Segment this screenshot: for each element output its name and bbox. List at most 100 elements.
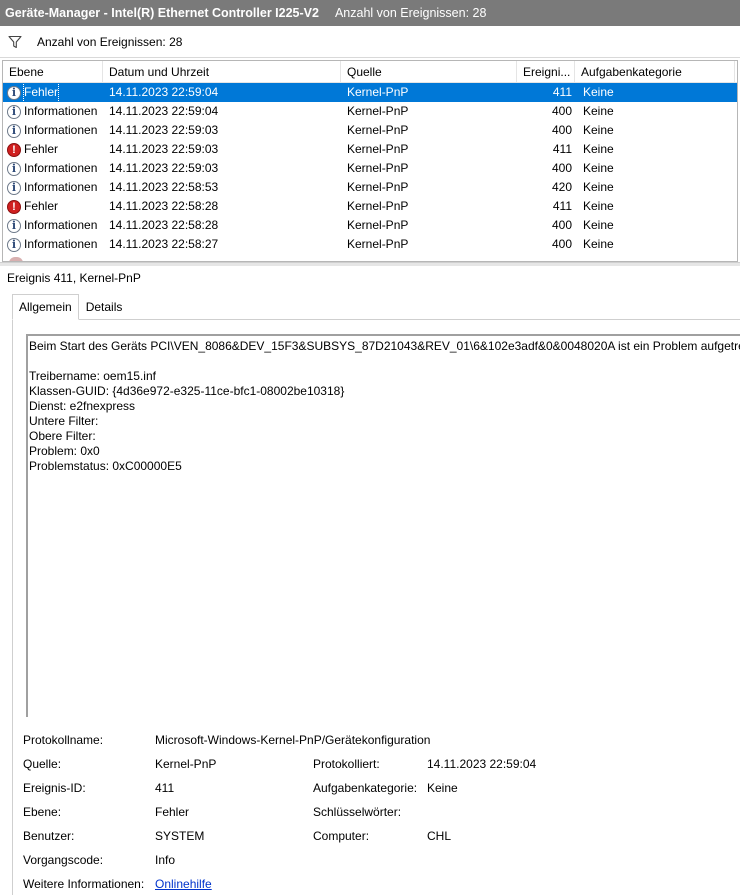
event-source: Kernel-PnP bbox=[347, 161, 409, 175]
event-list-header: Ebene Datum und Uhrzeit Quelle Ereigni..… bbox=[3, 61, 737, 83]
computer-value: CHL bbox=[427, 829, 452, 843]
event-level: Informationen bbox=[24, 237, 98, 251]
event-id: 420 bbox=[551, 180, 572, 194]
event-message-box[interactable]: Beim Start des Geräts PCI\VEN_8086&DEV_1… bbox=[26, 334, 740, 717]
message-line: Klassen-GUID: {4d36e972-e325-11ce-bfc1-0… bbox=[29, 384, 345, 398]
benutzer-label: Benutzer: bbox=[23, 829, 75, 843]
info-icon: i bbox=[7, 104, 21, 119]
message-line: Problemstatus: 0xC00000E5 bbox=[29, 459, 182, 473]
ebene-value: Fehler bbox=[155, 805, 190, 819]
event-row[interactable]: i Informationen 14.11.2023 22:59:03 Kernel-… bbox=[3, 159, 737, 178]
detail-tabs: Allgemein Details bbox=[12, 294, 129, 320]
message-first-line: Beim Start des Geräts PCI\VEN_8086&DEV_1… bbox=[29, 339, 740, 353]
protokollname-value: Microsoft-Windows-Kernel-PnP/Gerätekonfi… bbox=[155, 733, 431, 747]
event-datetime: 14.11.2023 22:59:04 bbox=[109, 104, 219, 118]
event-level-cell: i Informationen bbox=[3, 102, 103, 121]
event-id: 400 bbox=[551, 161, 572, 175]
column-header-ereignis-id[interactable]: Ereigni... bbox=[517, 61, 575, 82]
error-icon: ! bbox=[7, 199, 21, 214]
pane-splitter[interactable] bbox=[0, 262, 740, 266]
event-level: Informationen bbox=[24, 218, 98, 232]
event-id: 411 bbox=[552, 199, 572, 213]
event-level: Informationen bbox=[24, 123, 98, 137]
event-level-cell: i Informationen bbox=[3, 159, 103, 178]
message-line: Problem: 0x0 bbox=[29, 444, 100, 458]
event-category: Keine bbox=[583, 218, 614, 232]
event-source: Kernel-PnP bbox=[347, 199, 409, 213]
column-header-ebene[interactable]: Ebene bbox=[3, 61, 103, 82]
event-datetime: 14.11.2023 22:59:03 bbox=[109, 161, 219, 175]
filter-icon[interactable] bbox=[8, 35, 22, 49]
message-line: Dienst: e2fnexpress bbox=[29, 399, 136, 413]
event-source: Kernel-PnP bbox=[347, 123, 409, 137]
event-category: Keine bbox=[583, 199, 614, 213]
vorgangscode-label: Vorgangscode: bbox=[23, 853, 104, 867]
message-line: Untere Filter: bbox=[29, 414, 99, 428]
weitere-informationen-label: Weitere Informationen: bbox=[23, 877, 145, 891]
event-level-cell: i Informationen bbox=[3, 235, 103, 254]
computer-label: Computer: bbox=[313, 829, 370, 843]
schluesselwoerter-label: Schlüsselwörter: bbox=[313, 805, 402, 819]
event-row[interactable]: ! Fehler 14.11.2023 22:59:03 Kernel-PnP 411 K… bbox=[3, 140, 737, 159]
event-detail-header: Ereignis 411, Kernel-PnP bbox=[7, 271, 141, 285]
benutzer-value: SYSTEM bbox=[155, 829, 205, 843]
event-level-cell: i Fehler bbox=[3, 83, 103, 102]
event-datetime: 14.11.2023 22:58:27 bbox=[109, 237, 219, 251]
event-row[interactable]: i Fehler 14.11.2023 22:59:04 Kernel-PnP 411 K… bbox=[3, 83, 737, 102]
event-list[interactable]: Ebene Datum und Uhrzeit Quelle Ereigni..… bbox=[2, 60, 738, 262]
info-icon: i bbox=[7, 180, 21, 195]
event-row[interactable]: i Informationen 14.11.2023 22:59:03 Kernel-… bbox=[3, 121, 737, 140]
event-level: Fehler bbox=[22, 83, 60, 102]
window-title-bar: Geräte-Manager - Intel(R) Ethernet Contr… bbox=[0, 0, 740, 26]
ereignis-id-label: Ereignis-ID: bbox=[23, 781, 86, 795]
protokolliert-value: 14.11.2023 22:59:04 bbox=[427, 757, 537, 771]
event-source: Kernel-PnP bbox=[347, 142, 409, 156]
window-title: Geräte-Manager - Intel(R) Ethernet Contr… bbox=[5, 6, 319, 20]
event-datetime: 14.11.2023 22:59:03 bbox=[109, 142, 219, 156]
event-source: Kernel-PnP bbox=[347, 85, 409, 99]
window-subtitle: Anzahl von Ereignissen: 28 bbox=[334, 6, 487, 20]
event-id: 400 bbox=[551, 237, 572, 251]
filter-bar: Anzahl von Ereignissen: 28 bbox=[0, 26, 740, 58]
event-datetime: 14.11.2023 22:58:28 bbox=[109, 218, 219, 232]
event-row[interactable]: i Informationen 14.11.2023 22:58:28 Kernel-… bbox=[3, 216, 737, 235]
ereignis-id-value: 411 bbox=[155, 781, 175, 795]
column-header-aufgabenkategorie[interactable]: Aufgabenkategorie bbox=[575, 61, 735, 82]
event-datetime: 14.11.2023 22:58:53 bbox=[109, 180, 219, 194]
event-source: Kernel-PnP bbox=[347, 104, 409, 118]
tab-allgemein[interactable]: Allgemein bbox=[12, 294, 79, 320]
event-source: Kernel-PnP bbox=[347, 237, 409, 251]
event-datetime: 14.11.2023 22:58:28 bbox=[109, 199, 219, 213]
event-level: Informationen bbox=[24, 161, 98, 175]
info-icon: i bbox=[7, 161, 21, 176]
event-level-cell: i Informationen bbox=[3, 178, 103, 197]
event-row[interactable]: i Informationen 14.11.2023 22:58:27 Kernel-… bbox=[3, 235, 737, 254]
quelle-value: Kernel-PnP bbox=[155, 757, 217, 771]
event-level-cell: ! Fehler bbox=[3, 197, 103, 216]
event-category: Keine bbox=[583, 161, 614, 175]
event-id: 411 bbox=[552, 142, 572, 156]
protokolliert-label: Protokolliert: bbox=[313, 757, 380, 771]
event-category: Keine bbox=[583, 104, 614, 118]
onlinehilfe-link[interactable]: Onlinehilfe bbox=[155, 876, 212, 892]
event-id: 400 bbox=[551, 104, 572, 118]
column-header-datum[interactable]: Datum und Uhrzeit bbox=[103, 61, 341, 82]
event-row[interactable]: i Informationen 14.11.2023 22:58:53 Kernel-… bbox=[3, 178, 737, 197]
event-count-label: Anzahl von Ereignissen: 28 bbox=[37, 34, 183, 49]
event-id: 400 bbox=[551, 123, 572, 137]
error-icon: ! bbox=[7, 142, 21, 157]
event-level: Informationen bbox=[24, 104, 98, 118]
tab-details[interactable]: Details bbox=[79, 294, 130, 320]
event-category: Keine bbox=[583, 142, 614, 156]
event-category: Keine bbox=[583, 85, 614, 99]
event-datetime: 14.11.2023 22:59:04 bbox=[109, 85, 219, 99]
aufgabenkategorie-value: Keine bbox=[427, 781, 458, 795]
event-row[interactable]: i Informationen 14.11.2023 22:59:04 Kernel-… bbox=[3, 102, 737, 121]
event-level-cell: i Informationen bbox=[3, 216, 103, 235]
event-level: Informationen bbox=[24, 180, 98, 194]
event-level-cell: i Informationen bbox=[3, 121, 103, 140]
event-source: Kernel-PnP bbox=[347, 180, 409, 194]
ebene-label: Ebene: bbox=[23, 805, 62, 819]
column-header-quelle[interactable]: Quelle bbox=[341, 61, 517, 82]
event-row[interactable]: ! Fehler 14.11.2023 22:58:28 Kernel-PnP 411 K… bbox=[3, 197, 737, 216]
